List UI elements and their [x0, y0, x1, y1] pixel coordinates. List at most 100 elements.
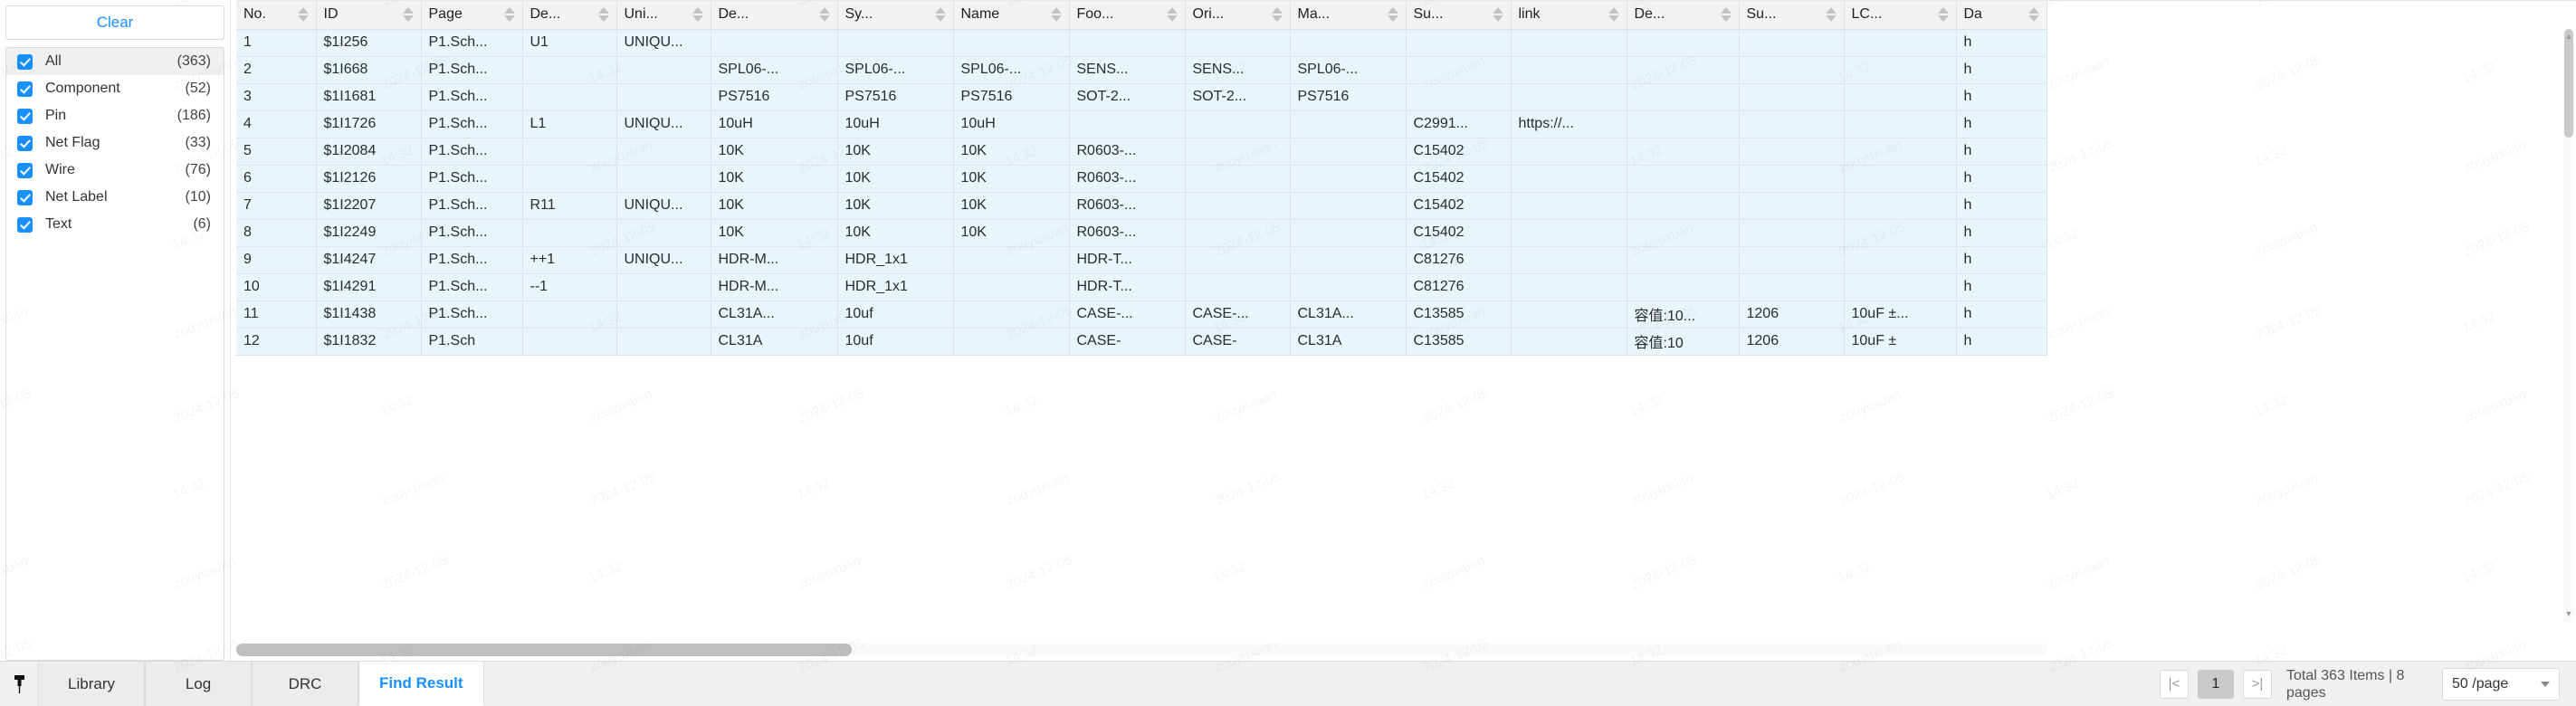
table-row[interactable]: 4 $1I1726 P1.Sch... L1 UNIQU... 10uH 10uH 10uH C… [236, 110, 2047, 138]
column-header-14[interactable]: Su... [1739, 1, 1845, 30]
column-header-9[interactable]: Ori... [1185, 1, 1291, 30]
horizontal-scrollbar-thumb[interactable] [236, 644, 852, 656]
column-header-12[interactable]: link [1511, 1, 1627, 30]
column-header-1[interactable]: ID [316, 1, 422, 30]
page-size-select[interactable]: 50 /page [2442, 667, 2560, 701]
sort-icon[interactable] [1937, 7, 1949, 23]
column-header-6[interactable]: Sy... [837, 1, 954, 30]
horizontal-scrollbar[interactable] [236, 644, 2046, 656]
filter-item-net-label[interactable]: Net Label (10) [6, 184, 224, 211]
column-header-13[interactable]: De... [1627, 1, 1740, 30]
table-cell: 10 [236, 273, 317, 301]
filter-item-component[interactable]: Component (52) [6, 75, 224, 102]
current-page-button[interactable]: 1 [2198, 669, 2234, 699]
table-cell [1844, 56, 1957, 84]
table-cell: 10K [837, 138, 954, 166]
sort-icon[interactable] [692, 7, 703, 23]
table-row[interactable]: 9 $1I4247 P1.Sch... ++1 UNIQU... HDR-M... HDR_… [236, 246, 2047, 274]
sort-icon[interactable] [1166, 7, 1178, 23]
sort-icon[interactable] [297, 7, 309, 23]
table-cell: 10K [711, 138, 838, 166]
column-header-4[interactable]: Uni... [616, 1, 711, 30]
sort-icon[interactable] [1825, 7, 1837, 23]
tab-log[interactable]: Log [145, 662, 252, 706]
checkbox-component[interactable] [17, 81, 33, 97]
pin-icon[interactable] [0, 662, 38, 706]
table-row[interactable]: 8 $1I2249 P1.Sch... 10K 10K 10K R0603-... C1540… [236, 219, 2047, 247]
last-page-button[interactable]: >| [2243, 669, 2272, 699]
table-cell: HDR-T... [1069, 246, 1186, 274]
sort-icon[interactable] [2027, 7, 2039, 23]
table-row[interactable]: 6 $1I2126 P1.Sch... 10K 10K 10K R0603-... C1540… [236, 165, 2047, 193]
results-table-scroll[interactable]: No. ID Page De... Uni... De... Sy... Name Foo...… [236, 0, 2576, 629]
clear-button[interactable]: Clear [97, 14, 134, 32]
filter-item-all[interactable]: All (363) [6, 48, 224, 75]
column-header-11[interactable]: Su... [1406, 1, 1512, 30]
column-header-8[interactable]: Foo... [1069, 1, 1186, 30]
sort-icon[interactable] [1720, 7, 1732, 23]
checkbox-pin[interactable] [17, 108, 33, 124]
sort-icon[interactable] [934, 7, 946, 23]
tab-library[interactable]: Library [38, 662, 145, 706]
vertical-scrollbar-thumb[interactable] [2564, 29, 2573, 138]
table-cell: P1.Sch... [421, 83, 523, 111]
sort-icon[interactable] [1492, 7, 1503, 23]
table-cell [1627, 273, 1740, 301]
scroll-down-icon[interactable]: ▼ [2563, 608, 2574, 619]
checkbox-wire[interactable] [17, 162, 33, 178]
table-cell: 10K [837, 219, 954, 247]
table-row[interactable]: 7 $1I2207 P1.Sch... R11 UNIQU... 10K 10K 10K R06… [236, 192, 2047, 220]
column-header-10[interactable]: Ma... [1290, 1, 1407, 30]
sort-icon[interactable] [818, 7, 830, 23]
table-cell [1627, 138, 1740, 166]
column-header-16[interactable]: Da [1956, 1, 2047, 30]
sort-icon[interactable] [1608, 7, 1619, 23]
column-header-2[interactable]: Page [421, 1, 523, 30]
table-cell: SPL06-... [1290, 56, 1407, 84]
first-page-button[interactable]: |< [2160, 669, 2189, 699]
filter-item-wire[interactable]: Wire (76) [6, 157, 224, 184]
column-header-0[interactable]: No. [236, 1, 317, 30]
table-cell: $1I1438 [316, 301, 422, 329]
table-cell: P1.Sch... [421, 301, 523, 329]
vertical-scrollbar[interactable] [2563, 29, 2574, 622]
sort-icon[interactable] [1271, 7, 1283, 23]
checkbox-net-flag[interactable] [17, 135, 33, 151]
table-cell: h [1956, 246, 2047, 274]
tab-find-result[interactable]: Find Result [358, 662, 484, 706]
table-row[interactable]: 12 $1I1832 P1.Sch CL31A 10uf CASE- CASE- CL31A C… [236, 328, 2047, 356]
tab-drc[interactable]: DRC [252, 662, 358, 706]
column-header-label: Page [428, 6, 463, 23]
table-cell: SENS... [1069, 56, 1186, 84]
table-cell: C81276 [1406, 246, 1512, 274]
table-cell: 10K [837, 165, 954, 193]
filter-item-text[interactable]: Text (6) [6, 211, 224, 238]
table-cell: 10uf [837, 301, 954, 329]
header-row: No. ID Page De... Uni... De... Sy... Name Foo...… [236, 1, 2047, 30]
table-row[interactable]: 5 $1I2084 P1.Sch... 10K 10K 10K R0603-... C1540… [236, 138, 2047, 166]
sort-icon[interactable] [1050, 7, 1062, 23]
checkbox-net-label[interactable] [17, 189, 33, 205]
table-row[interactable]: 1 $1I256 P1.Sch... U1 UNIQU... h [236, 29, 2047, 57]
column-header-label: No. [243, 6, 266, 23]
column-header-7[interactable]: Name [953, 1, 1070, 30]
sort-icon[interactable] [402, 7, 414, 23]
table-row[interactable]: 2 $1I668 P1.Sch... SPL06-... SPL06-... SPL06-… [236, 56, 2047, 84]
sort-icon[interactable] [503, 7, 515, 23]
filter-item-net-flag[interactable]: Net Flag (33) [6, 129, 224, 157]
table-cell: PS7516 [953, 83, 1070, 111]
checkbox-all[interactable] [17, 53, 33, 70]
column-header-5[interactable]: De... [711, 1, 838, 30]
column-header-15[interactable]: LC... [1844, 1, 1957, 30]
scroll-up-icon[interactable]: ▲ [2563, 31, 2574, 42]
sort-icon[interactable] [597, 7, 609, 23]
column-header-label: Uni... [624, 6, 658, 23]
filter-item-pin[interactable]: Pin (186) [6, 102, 224, 129]
sort-icon[interactable] [1387, 7, 1398, 23]
table-row[interactable]: 10 $1I4291 P1.Sch... --1 HDR-M... HDR_1x1 HDR-… [236, 273, 2047, 301]
table-row[interactable]: 3 $1I1681 P1.Sch... PS7516 PS7516 PS7516 SOT-2… [236, 83, 2047, 111]
checkbox-text[interactable] [17, 216, 33, 233]
column-header-3[interactable]: De... [522, 1, 617, 30]
table-row[interactable]: 11 $1I1438 P1.Sch... CL31A... 10uf CASE-... CA… [236, 301, 2047, 329]
table-cell: $1I2207 [316, 192, 422, 220]
